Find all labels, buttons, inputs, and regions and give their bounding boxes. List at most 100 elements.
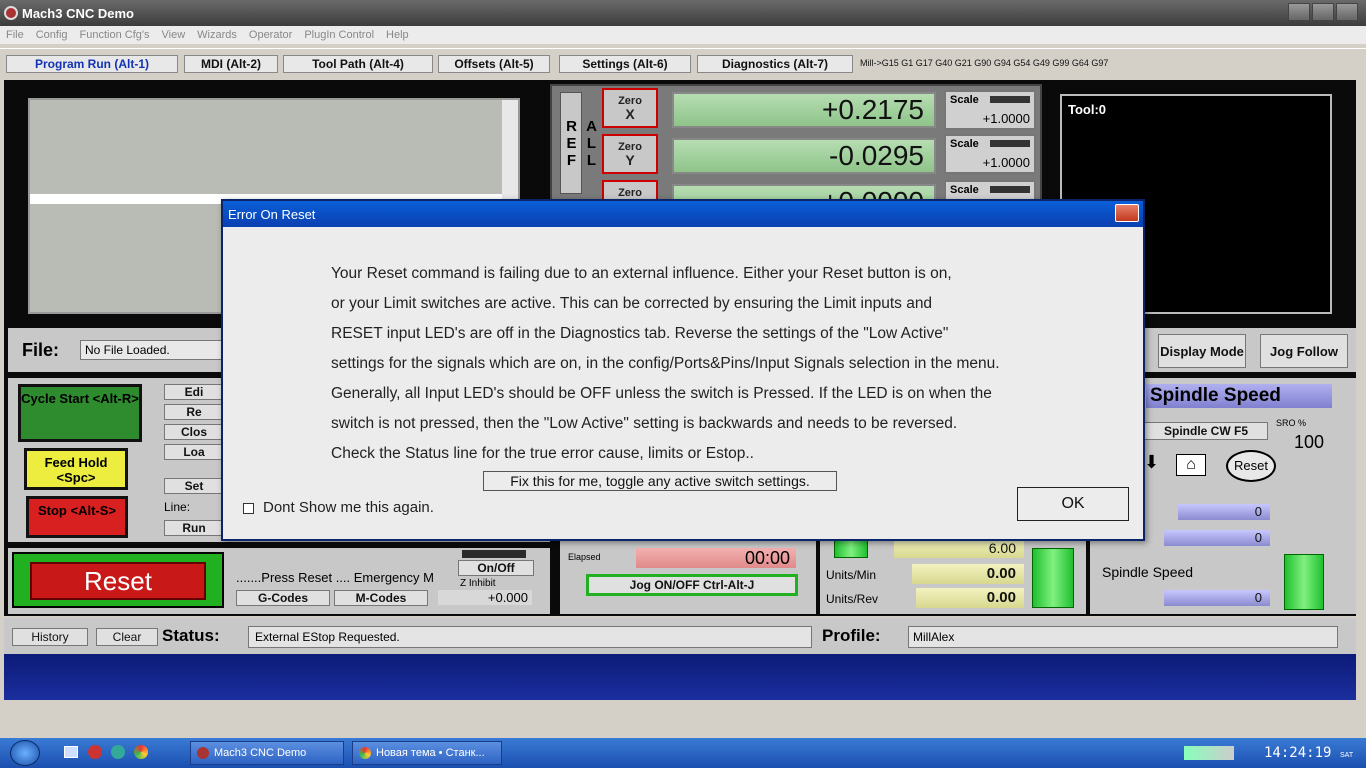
load-gcode-button[interactable]: Loa <box>164 444 224 460</box>
set-next-line-button[interactable]: Set <box>164 478 224 494</box>
menu-wizards[interactable]: Wizards <box>197 29 237 41</box>
scale-x[interactable]: Scale +1.0000 <box>944 90 1036 130</box>
taskbar-item-browser[interactable]: Новая тема • Станк... <box>352 741 502 765</box>
dialog-message-line: Your Reset command is failing due to an … <box>331 265 952 282</box>
tab-offsets[interactable]: Offsets (Alt-5) <box>438 55 550 73</box>
tool-label: Tool:0 <box>1068 102 1107 117</box>
clock-time[interactable]: 14:24:19 <box>1264 745 1331 761</box>
spindle-cw-button[interactable]: Spindle CW F5 <box>1144 422 1268 440</box>
menu-plugin-control[interactable]: PlugIn Control <box>304 29 374 41</box>
start-button[interactable] <box>10 740 40 766</box>
status-bar: History Clear Status: External EStop Req… <box>4 618 1356 654</box>
edit-gcode-button[interactable]: Edi <box>164 384 224 400</box>
dialog-message-line: or your Limit switches are active. This … <box>331 295 933 312</box>
fix-switch-settings-button[interactable]: Fix this for me, toggle any active switc… <box>483 471 837 491</box>
feed-hold-button[interactable]: Feed Hold <Spc> <box>24 448 128 490</box>
dont-show-label: Dont Show me this again. <box>263 499 434 516</box>
dialog-title: Error On Reset <box>228 206 316 222</box>
menu-view[interactable]: View <box>162 29 186 41</box>
z-inhibit-label: Z Inhibit <box>460 578 496 589</box>
zero-x-button[interactable]: Zero X <box>602 88 658 128</box>
menu-config[interactable]: Config <box>36 29 68 41</box>
close-window-button[interactable] <box>1336 3 1358 21</box>
file-label: File: <box>22 340 60 360</box>
dialog-close-button[interactable] <box>1115 204 1139 222</box>
dont-show-checkbox[interactable] <box>243 503 254 514</box>
menu-file[interactable]: File <box>6 29 24 41</box>
dialog-message-line: RESET input LED's are off in the Diagnos… <box>331 325 949 342</box>
taskbar-item-mach3[interactable]: Mach3 CNC Demo <box>190 741 344 765</box>
maximize-button[interactable] <box>1312 3 1334 21</box>
quicklaunch-app-icon[interactable] <box>88 745 102 759</box>
minimize-button[interactable] <box>1288 3 1310 21</box>
scale-y[interactable]: Scale +1.0000 <box>944 134 1036 174</box>
reset-frame: Reset <box>12 552 224 608</box>
sro-reset-button[interactable]: Reset <box>1226 450 1276 482</box>
tab-diagnostics[interactable]: Diagnostics (Alt-7) <box>697 55 853 73</box>
tab-program-run[interactable]: Program Run (Alt-1) <box>6 55 178 73</box>
dro-x[interactable]: +0.2175 <box>672 92 936 128</box>
z-inhibit-led <box>462 550 526 558</box>
chrome-icon <box>359 747 371 759</box>
dialog-message-line: Check the Status line for the true error… <box>331 445 754 462</box>
sro-value: 100 <box>1294 432 1325 452</box>
profile-name: MillAlex <box>908 626 1338 648</box>
feed-panel: 6.00 Units/Min 0.00 Units/Rev 0.00 <box>820 532 1086 614</box>
z-inhibit-value[interactable]: +0.000 <box>438 590 532 605</box>
status-label: Status: <box>162 626 220 645</box>
show-desktop-icon[interactable] <box>64 746 78 758</box>
run-from-here-button[interactable]: Run <box>164 520 224 536</box>
screen-tabs: Program Run (Alt-1) MDI (Alt-2) Tool Pat… <box>0 48 1366 78</box>
jog-onoff-button[interactable]: Jog ON/OFF Ctrl-Alt-J <box>586 574 798 596</box>
window-titlebar: Mach3 CNC Demo <box>0 0 1366 26</box>
dialog-titlebar: Error On Reset <box>223 201 1143 227</box>
reset-panel: Reset .......Press Reset .... Emergency … <box>8 548 550 614</box>
spindle-speed-title: Spindle Speed <box>1146 384 1332 408</box>
ie-icon[interactable] <box>111 745 125 759</box>
clear-button[interactable]: Clear <box>96 628 158 646</box>
dialog-message-line: settings for the signals which are on, i… <box>331 355 1000 372</box>
tab-settings[interactable]: Settings (Alt-6) <box>559 55 691 73</box>
menu-help[interactable]: Help <box>386 29 409 41</box>
feed-rate-value[interactable]: 6.00 <box>894 538 1024 558</box>
dialog-message-line: switch is not pressed, then the "Low Act… <box>331 415 958 432</box>
spindle-speed-value: 0 <box>1164 590 1270 606</box>
mcodes-button[interactable]: M-Codes <box>334 590 428 606</box>
units-min-value: 0.00 <box>912 564 1024 584</box>
profile-label: Profile: <box>822 626 881 645</box>
ok-button[interactable]: OK <box>1017 487 1129 521</box>
rewind-button[interactable]: Re <box>164 404 224 420</box>
window-title: Mach3 CNC Demo <box>22 5 134 21</box>
stop-button[interactable]: Stop <Alt-S> <box>26 496 128 538</box>
elapsed-panel: Elapsed 00:00 Jog ON/OFF Ctrl-Alt-J <box>560 536 816 614</box>
z-inhibit-toggle[interactable]: On/Off <box>458 560 534 576</box>
display-mode-button[interactable]: Display Mode <box>1158 334 1246 368</box>
elapsed-time: 00:00 <box>636 548 796 568</box>
tab-mdi[interactable]: MDI (Alt-2) <box>184 55 278 73</box>
dro-y[interactable]: -0.0295 <box>672 138 936 174</box>
menu-operator[interactable]: Operator <box>249 29 292 41</box>
gcodes-button[interactable]: G-Codes <box>236 590 330 606</box>
jog-follow-button[interactable]: Jog Follow <box>1260 334 1348 368</box>
menu-bar: File Config Function Cfg's View Wizards … <box>0 26 1366 44</box>
reset-button[interactable]: Reset <box>30 562 206 600</box>
chrome-icon[interactable] <box>134 745 148 759</box>
dialog-message-line: Generally, all Input LED's should be OFF… <box>331 385 992 402</box>
cycle-start-button[interactable]: Cycle Start <Alt-R> <box>18 384 142 442</box>
system-tray-icons[interactable] <box>1184 746 1234 760</box>
sro-label: SRO % <box>1276 418 1307 428</box>
spindle-down-icon[interactable]: ⬇ <box>1144 452 1159 473</box>
menu-function-cfgs[interactable]: Function Cfg's <box>80 29 150 41</box>
spindle-home-icon[interactable]: ⌂ <box>1176 454 1206 476</box>
status-text: External EStop Requested. <box>248 626 812 648</box>
close-gcode-button[interactable]: Clos <box>164 424 224 440</box>
clock-day: SAT <box>1340 752 1354 759</box>
spindle-value-2[interactable]: 0 <box>1164 530 1270 546</box>
tab-tool-path[interactable]: Tool Path (Alt-4) <box>283 55 433 73</box>
ref-all-button[interactable]: REF ALL <box>560 92 600 194</box>
error-dialog: Error On Reset Your Reset command is fai… <box>221 199 1145 541</box>
zero-y-button[interactable]: Zero Y <box>602 134 658 174</box>
history-button[interactable]: History <box>12 628 88 646</box>
spindle-value-1[interactable]: 0 <box>1178 504 1270 520</box>
line-label: Line: <box>164 500 191 514</box>
